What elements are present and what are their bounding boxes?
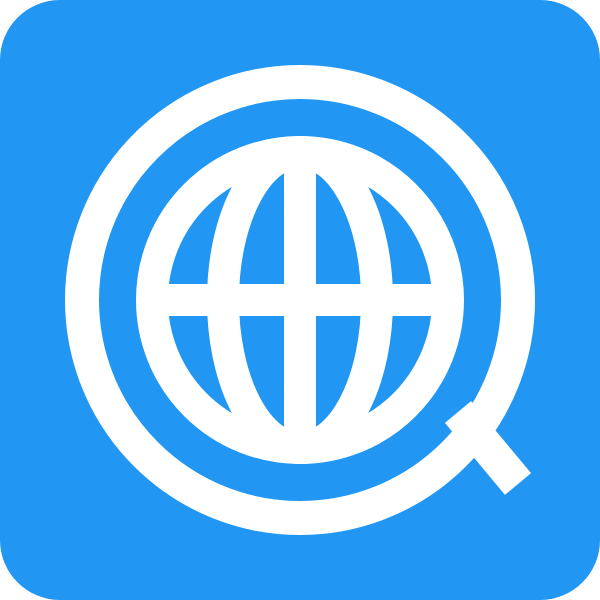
app-icon[interactable] xyxy=(0,0,600,600)
globe-icon xyxy=(136,136,464,464)
globe-search-icon xyxy=(0,0,600,600)
